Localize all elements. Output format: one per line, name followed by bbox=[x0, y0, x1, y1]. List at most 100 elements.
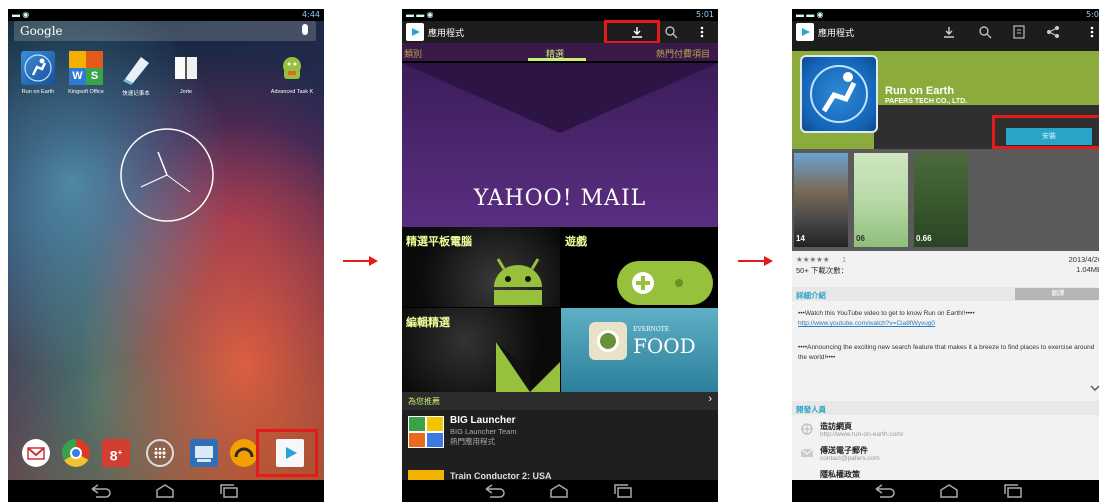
arrow-right-icon bbox=[738, 256, 773, 266]
status-time: 4:44 bbox=[302, 10, 320, 19]
home-icon[interactable] bbox=[938, 484, 960, 498]
app-developer[interactable]: PAFERS TECH CO., LTD. bbox=[885, 98, 967, 105]
kingsoft-office-icon: W S bbox=[69, 51, 103, 85]
tile-tablet-picks[interactable]: 精選平板電腦 bbox=[402, 227, 560, 307]
screenshot-thumbnail[interactable]: 0.66 bbox=[914, 153, 968, 247]
google-search-bar[interactable]: Google bbox=[14, 21, 316, 41]
translate-button[interactable]: 翻譯 bbox=[1015, 288, 1099, 300]
play-store-icon[interactable] bbox=[406, 23, 424, 41]
yahoo-mail-banner[interactable]: YAHOO! MAIL bbox=[402, 63, 718, 227]
home-icon[interactable] bbox=[548, 484, 570, 498]
email-address: contact@pafers.com bbox=[820, 455, 880, 462]
google-search-label: Google bbox=[20, 24, 63, 38]
details-header: 詳細介紹 bbox=[796, 291, 826, 300]
arrow-right-icon bbox=[343, 256, 378, 266]
tile-label: 編輯精選 bbox=[406, 317, 450, 329]
tab-categories[interactable]: 類別 bbox=[404, 47, 422, 60]
chevron-down-icon[interactable] bbox=[1090, 385, 1099, 391]
music-icon[interactable] bbox=[230, 439, 258, 467]
notification-icons: ▬ ▬ ◉ bbox=[796, 10, 824, 19]
evernote-brand: EVERNOTE bbox=[633, 326, 670, 333]
notepad-icon bbox=[119, 51, 153, 85]
detail-title: 應用程式 bbox=[818, 28, 855, 38]
search-icon[interactable] bbox=[978, 25, 992, 39]
home-icon[interactable] bbox=[154, 484, 176, 498]
recommended-header[interactable]: 為您推薦 › bbox=[402, 392, 718, 410]
game-controller-icon bbox=[617, 261, 713, 305]
recent-apps-icon[interactable] bbox=[612, 484, 634, 498]
featured-app-developer: BIG Launcher Team bbox=[450, 427, 517, 436]
food-title: FOOD bbox=[633, 334, 696, 358]
tab-indicator bbox=[528, 58, 586, 61]
app-advanced-task-killer[interactable]: Advanced Task K bbox=[262, 51, 322, 95]
back-icon[interactable] bbox=[90, 484, 112, 498]
download-count: 50+ 下載次數： bbox=[796, 266, 849, 275]
notification-icons: ▬ ▬ ◉ bbox=[406, 10, 434, 19]
featured-app-row[interactable]: BIG Launcher BIG Launcher Team 熱門應用程式 Tr… bbox=[402, 410, 718, 481]
release-date: 2013/4/26 bbox=[1068, 255, 1099, 264]
tile-games[interactable]: 遊戲 bbox=[561, 227, 718, 307]
tile-label: 遊戲 bbox=[565, 236, 587, 248]
tab-top-paid[interactable]: 熱門付費項目 bbox=[656, 47, 710, 60]
recent-apps-icon[interactable] bbox=[1002, 484, 1024, 498]
privacy-policy-row[interactable]: 隱私權政策 bbox=[792, 467, 1099, 480]
featured-app-name: BIG Launcher bbox=[450, 415, 516, 426]
visit-website-row[interactable]: 造訪網頁 http://www.run-on-earth.com/ bbox=[792, 419, 1099, 441]
back-icon[interactable] bbox=[484, 484, 506, 498]
app-drawer-icon[interactable] bbox=[146, 439, 174, 467]
overflow-menu-icon[interactable] bbox=[698, 25, 706, 39]
description-text: ••••Announcing the exciting new search f… bbox=[798, 344, 1095, 361]
tile-label: 精選平板電腦 bbox=[406, 236, 472, 248]
big-launcher-icon bbox=[408, 416, 444, 448]
highlight-box bbox=[256, 429, 318, 477]
website-url: http://www.run-on-earth.com/ bbox=[820, 431, 904, 438]
highlight-box bbox=[604, 20, 660, 44]
google-plus-icon[interactable]: 8+ bbox=[102, 439, 130, 467]
status-bar: ▬ ▬ ◉ 5:01 bbox=[792, 9, 1099, 21]
android-robot-icon bbox=[494, 258, 542, 305]
app-jorte[interactable]: Jorte bbox=[156, 51, 216, 95]
overflow-menu-icon[interactable] bbox=[1088, 25, 1096, 39]
rating-stars: ★★★★★ bbox=[796, 255, 830, 264]
tile-editors-choice[interactable]: 編輯精選 bbox=[402, 308, 560, 392]
analog-clock-widget[interactable] bbox=[118, 126, 216, 224]
notification-icons: ▬ ◉ bbox=[12, 10, 30, 19]
chrome-icon[interactable] bbox=[62, 439, 90, 467]
gmail-icon[interactable] bbox=[22, 439, 50, 467]
tile-evernote-food[interactable]: EVERNOTE FOOD bbox=[561, 308, 718, 392]
back-icon[interactable] bbox=[874, 484, 896, 498]
navigation-bar bbox=[402, 480, 718, 502]
envelope-graphic bbox=[402, 63, 718, 133]
status-bar: ▬ ▬ ◉ 5:01 bbox=[402, 9, 718, 21]
run-on-earth-icon bbox=[21, 51, 55, 85]
chevron-right-icon: › bbox=[708, 393, 712, 405]
screenshot-value: 0.66 bbox=[916, 234, 932, 243]
microphone-icon[interactable] bbox=[302, 24, 308, 35]
store-tabs: 類別 精選 熱門付費項目 bbox=[402, 43, 718, 63]
screenshot-thumbnail[interactable]: 14 bbox=[794, 153, 848, 247]
wishlist-icon[interactable] bbox=[1012, 25, 1026, 39]
action-bar: 應用程式 bbox=[792, 21, 1099, 43]
recent-apps-icon[interactable] bbox=[218, 484, 240, 498]
send-email-row[interactable]: 傳送電子郵件 contact@pafers.com bbox=[792, 443, 1099, 465]
phone-app-detail: ▬ ▬ ◉ 5:01 應用程式 Run on Earth PAFERS TECH… bbox=[792, 9, 1099, 502]
screenshot-thumbnail[interactable]: 06 bbox=[854, 153, 908, 247]
download-icon[interactable] bbox=[942, 25, 956, 39]
featured-app-category: 熱門應用程式 bbox=[450, 437, 495, 446]
jorte-icon bbox=[169, 51, 203, 85]
android-robot-icon bbox=[275, 51, 309, 85]
description-link[interactable]: http://www.youtube.com/watch?v=Cia8fWyvu… bbox=[798, 319, 1098, 329]
screenshot-value: 14 bbox=[796, 234, 805, 243]
status-time: 5:01 bbox=[696, 10, 714, 19]
email-icon[interactable] bbox=[190, 439, 218, 467]
status-time: 5:01 bbox=[1086, 10, 1099, 19]
phone-home-screen: ▬ ◉ 4:44 Google Run on Earth W S Kingsof… bbox=[8, 9, 324, 502]
play-store-icon[interactable] bbox=[796, 23, 814, 41]
screenshot-strip[interactable]: 14 06 0.66 bbox=[792, 149, 1099, 251]
train-app-icon bbox=[408, 470, 444, 480]
navigation-bar bbox=[8, 480, 324, 502]
developer-section-header: 開發人員 bbox=[792, 401, 1099, 415]
share-icon[interactable] bbox=[1046, 25, 1060, 39]
search-icon[interactable] bbox=[664, 25, 678, 39]
app-label: Advanced Task K bbox=[270, 89, 314, 95]
